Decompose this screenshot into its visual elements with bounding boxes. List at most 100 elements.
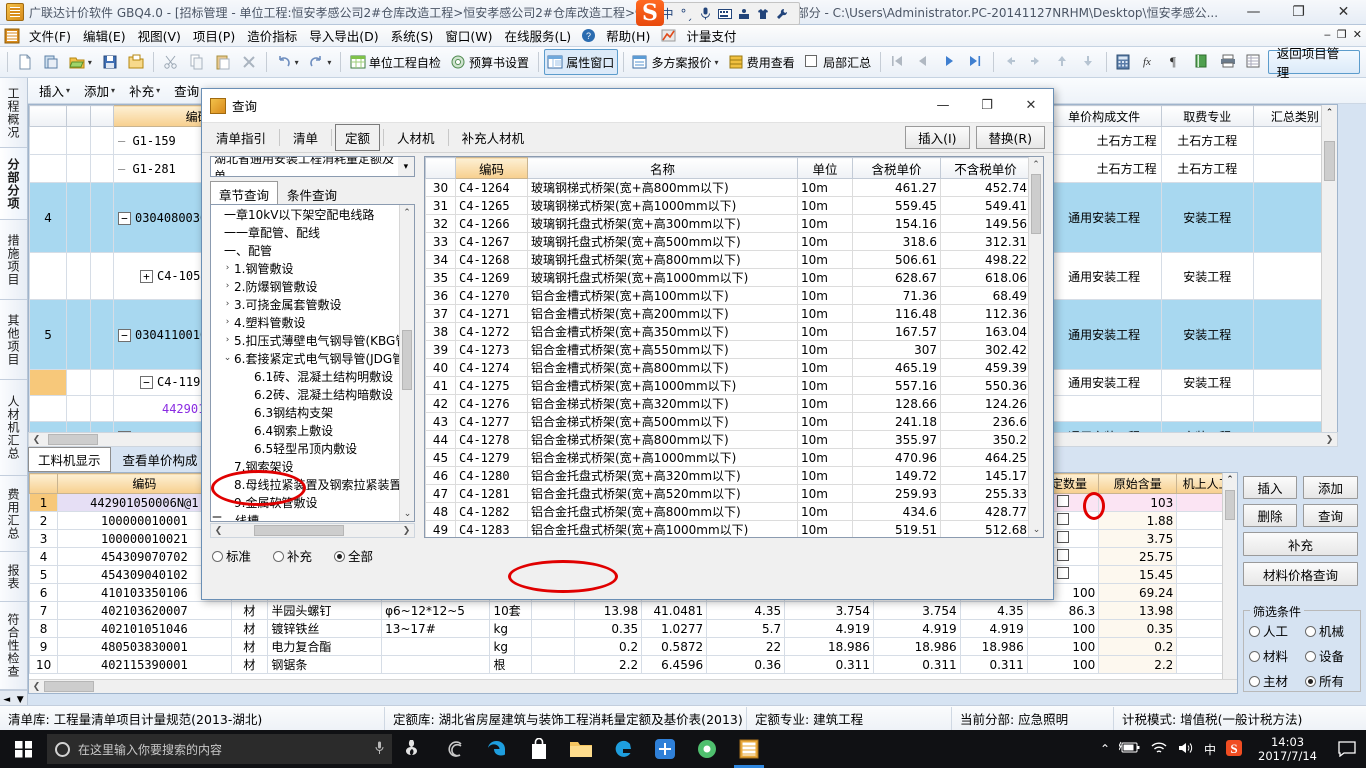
taskbar-app-glodon[interactable] <box>602 730 644 768</box>
header-unit-price-file[interactable]: 单价构成文件 <box>1046 105 1162 127</box>
row-code[interactable]: C4-1276 <box>455 394 528 413</box>
radio-icon[interactable] <box>1249 676 1260 687</box>
formula-button[interactable]: fx <box>1138 49 1162 75</box>
microphone-icon[interactable] <box>375 741 384 758</box>
header-original-content[interactable]: 原始含量 <box>1098 473 1178 494</box>
filter-option-labor[interactable]: 人工 <box>1249 621 1305 640</box>
tab-labor-material-machine[interactable]: 人材机 <box>387 124 445 151</box>
book-button[interactable] <box>1190 49 1214 75</box>
scroll-up-icon[interactable]: ⌃ <box>1223 473 1237 488</box>
scroll-down-icon[interactable]: ⌄ <box>1029 522 1043 537</box>
property-window-button[interactable]: 属性窗口 <box>543 49 618 75</box>
header-code[interactable]: 编码 <box>455 157 528 179</box>
table-row[interactable]: 38 C4-1272 铝合金槽式桥架(宽+高350mm以下) 10m 167.57 163… <box>425 322 1031 341</box>
row-collapse-toggle[interactable]: − <box>117 328 131 342</box>
return-project-management-button[interactable]: 返回项目管理 <box>1267 46 1360 80</box>
row-code[interactable]: C4-1274 <box>455 358 528 377</box>
tree-item[interactable]: 7.钢索架设 <box>211 457 401 475</box>
scroll-thumb[interactable] <box>402 330 412 390</box>
filter-option-equipment[interactable]: 设备 <box>1305 646 1361 665</box>
ime-punctuation-icon[interactable]: °ˏ <box>678 5 695 22</box>
move-up-button[interactable] <box>1051 49 1075 75</box>
hscroll-left-icon[interactable]: ❮ <box>29 433 44 446</box>
taskbar-app-spiral[interactable] <box>434 730 476 768</box>
tree-item[interactable]: 6.5轻型吊顶内敷设 <box>211 439 401 457</box>
table-row[interactable]: 8 402101051046 材 镀锌铁丝 13~17# kg 0.35 1.0… <box>29 619 1237 638</box>
tree-twisty-icon[interactable]: › <box>221 299 234 309</box>
cut-button[interactable] <box>159 49 183 75</box>
menu-item-system[interactable]: 系统(S) <box>385 24 440 47</box>
calculator-button[interactable] <box>1112 49 1136 75</box>
row-code[interactable]: C4-1280 <box>455 466 528 485</box>
query-button[interactable]: 查询 <box>169 79 204 102</box>
table-row[interactable]: 31 C4-1265 玻璃钢梯式桥架(宽+高1000mm以下) 10m 559.45 54… <box>425 196 1031 215</box>
taskbar-app-blue[interactable] <box>644 730 686 768</box>
sogou-logo-icon[interactable]: S <box>636 0 664 26</box>
skin-shirt-icon[interactable] <box>754 5 771 22</box>
menu-item-measurement-payment[interactable]: 计量支付 <box>680 24 742 47</box>
insert-button[interactable]: 插入 <box>1243 476 1297 499</box>
open-button[interactable]: ▾ <box>65 49 96 75</box>
move-down-button[interactable] <box>1077 49 1101 75</box>
tree-item[interactable]: 二、线槽 <box>211 511 401 522</box>
open-dropdown-caret[interactable]: ▾ <box>88 58 92 67</box>
scroll-thumb[interactable] <box>1031 174 1041 234</box>
vtab-reports[interactable]: 报表 <box>0 552 27 602</box>
menu-item-help[interactable]: 帮助(H) <box>600 24 656 47</box>
tree-twisty-icon[interactable]: › <box>221 335 234 345</box>
taskbar-app-edge[interactable] <box>476 730 518 768</box>
row-code[interactable]: C4-1275 <box>455 376 528 395</box>
filter-option-main-material[interactable]: 主材 <box>1249 671 1305 690</box>
menu-item-view[interactable]: 视图(V) <box>132 24 187 47</box>
hscroll-thumb[interactable] <box>48 434 98 445</box>
radio-standard[interactable]: 标准 <box>212 546 251 565</box>
multi-scheme-quote-button[interactable]: 多方案报价 ▾ <box>629 49 722 75</box>
checkbox-icon[interactable] <box>1057 495 1070 507</box>
volume-icon[interactable] <box>1177 741 1195 758</box>
row-collapse-toggle[interactable]: − <box>139 375 153 389</box>
tree-item[interactable]: 8.母线拉紧装置及钢索拉紧装置 <box>211 475 401 493</box>
tree-twisty-icon[interactable]: › <box>221 317 234 327</box>
toolbox-icon[interactable] <box>735 5 752 22</box>
radio-icon[interactable] <box>1305 626 1316 637</box>
tree-item[interactable]: 一一章配管、配线 <box>211 223 401 241</box>
tree-item[interactable]: ⌄ 6.套接紧定式电气钢导管(JDG管 <box>211 349 405 367</box>
table-row[interactable]: 30 C4-1264 玻璃钢梯式桥架(宽+高800mm以下) 10m 461.27 452… <box>425 178 1031 197</box>
hscroll-thumb[interactable] <box>44 681 94 692</box>
table-row[interactable]: 41 C4-1275 铝合金槽式桥架(宽+高1000mm以下) 10m 557.16 55… <box>425 376 1031 395</box>
local-summary-button[interactable]: 局部汇总 <box>800 49 874 75</box>
save-as-button[interactable] <box>124 49 148 75</box>
insert-caret-icon[interactable]: ▾ <box>66 86 70 95</box>
scroll-thumb[interactable] <box>1324 141 1335 181</box>
header-fee-profession[interactable]: 取费专业 <box>1160 105 1254 127</box>
maximize-button[interactable]: ❐ <box>1276 0 1321 24</box>
radio-icon[interactable] <box>1249 626 1260 637</box>
chevron-down-icon[interactable]: ▾ <box>397 157 414 176</box>
table-row[interactable]: 9 480503830001 材 电力复合酯 kg 0.2 0.5872 22 … <box>29 637 1237 656</box>
supplement-button[interactable]: 补充 <box>1243 532 1358 556</box>
tab-list-guide[interactable]: 清单指引 <box>206 124 276 151</box>
delete-button[interactable] <box>237 49 261 75</box>
filter-option-all[interactable]: 所有 <box>1305 671 1361 690</box>
quota-library-combobox[interactable]: 湖北省通用安装工程消耗量定额及单 ▾ <box>210 156 415 177</box>
dialog-minimize-button[interactable]: — <box>921 89 965 122</box>
tree-item[interactable]: 6.1砖、混凝土结构明敷设 <box>211 367 401 385</box>
row-collapse-toggle[interactable]: − <box>117 211 131 225</box>
tree-vertical-scrollbar[interactable]: ⌃ ⌄ <box>399 205 414 521</box>
vtab-measure-items[interactable]: 措施项目 <box>0 220 27 300</box>
mdi-minimize-button[interactable]: ‒ <box>1324 28 1331 41</box>
table-row[interactable]: 47 C4-1281 铝合金托盘式桥架(宽+高520mm以下) 10m 259.93 25… <box>425 484 1031 503</box>
table-row[interactable]: 36 C4-1270 铝合金槽式桥架(宽+高100mm以下) 10m 71.36 68.4… <box>425 286 1031 305</box>
tab-quota[interactable]: 定额 <box>335 124 381 151</box>
row-code[interactable]: C4-1270 <box>455 286 528 305</box>
main-grid-vertical-scrollbar[interactable]: ⌃ ⌄ <box>1321 105 1337 443</box>
tree-item[interactable]: 6.4钢索上敷设 <box>211 421 401 439</box>
keyboard-icon[interactable] <box>716 5 733 22</box>
tree-item[interactable]: › 5.扣压式薄壁电气钢导管(KBG管 <box>211 331 408 349</box>
taskbar-app-store[interactable] <box>518 730 560 768</box>
wifi-icon[interactable] <box>1150 741 1168 758</box>
row-code[interactable]: 402115390001 <box>57 655 232 674</box>
ime-lang-indicator[interactable]: 中 <box>1204 741 1216 758</box>
report-button[interactable] <box>1242 49 1266 75</box>
hscroll-thumb[interactable] <box>254 525 344 536</box>
